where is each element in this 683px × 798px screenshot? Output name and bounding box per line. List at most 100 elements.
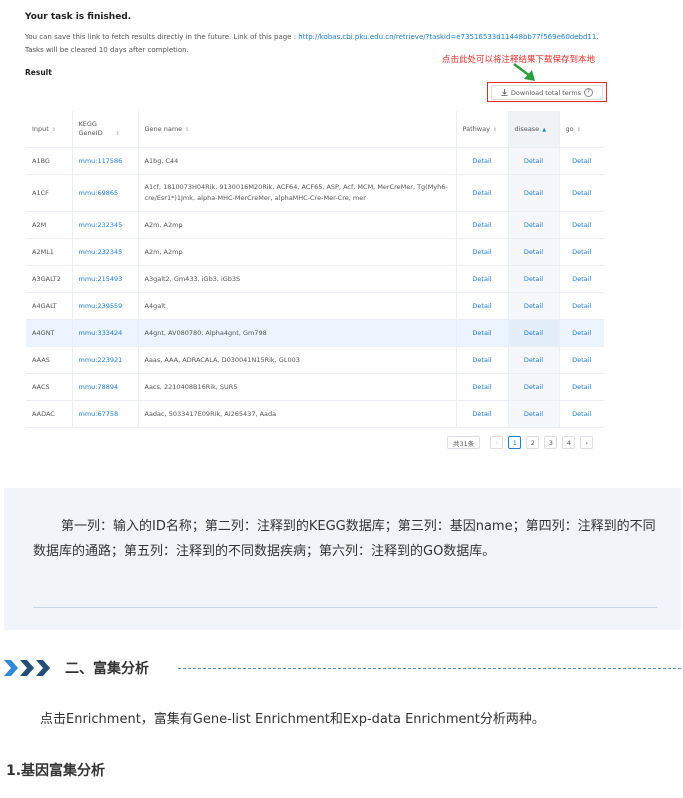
pagination-page-1[interactable]: 1	[508, 436, 522, 449]
cell-input: A2ML1	[26, 238, 73, 266]
arrow-icon	[513, 63, 535, 81]
table-row: A1CF mmu:69865 A1cf, 1810073H04Rik, 913001…	[26, 174, 604, 212]
cell-kegg-geneid[interactable]: mmu:232345	[72, 211, 139, 239]
cell-kegg-geneid[interactable]: mmu:78894	[72, 373, 139, 401]
detail-link-disease[interactable]: Detail	[508, 211, 560, 239]
detail-link-disease[interactable]: Detail	[508, 292, 560, 320]
detail-link-pathway[interactable]: Detail	[456, 292, 509, 320]
section-title: 二、富集分析	[65, 661, 149, 677]
pagination-page-2[interactable]: 2	[526, 436, 540, 449]
kobas-result-screenshot: Your task is finished. You can save this…	[0, 0, 683, 470]
task-link[interactable]: http://kobas.cbi.pku.edu.cn/retrieve/?ta…	[298, 33, 596, 41]
detail-link-disease[interactable]: Detail	[508, 174, 560, 212]
download-icon	[501, 89, 508, 96]
detail-link-pathway[interactable]: Detail	[456, 211, 509, 239]
sort-icon: ⇕	[492, 127, 498, 133]
pagination-total: 共31条	[447, 436, 481, 449]
detail-link-go[interactable]: Detail	[559, 211, 604, 239]
detail-link-go[interactable]: Detail	[559, 292, 604, 320]
detail-link-disease[interactable]: Detail	[508, 400, 560, 428]
cell-gene-name: Aaas, AAA, ADRACALA, D030041N15Rik, GL00…	[138, 346, 457, 374]
results-table: Input ⇕ KEGG GeneID ⇕ Gene name ⇕ Pathway ⇕ …	[26, 111, 604, 428]
cell-input: AAAS	[26, 346, 73, 374]
cell-kegg-geneid[interactable]: mmu:232345	[72, 238, 139, 266]
detail-link-disease[interactable]: Detail	[508, 319, 560, 347]
table-row: A3GALT2 mmu:215493 A3galt2, Gm433, iGb3, i…	[26, 265, 604, 293]
detail-link-pathway[interactable]: Detail	[456, 373, 509, 401]
cell-gene-name: A1cf, 1810073H04Rik, 9130016M20Rik, ACF6…	[138, 174, 457, 212]
col-header-go[interactable]: go ⇕	[559, 111, 604, 148]
col-header-pathway[interactable]: Pathway ⇕	[456, 111, 509, 148]
note-box: 第一列：输入的ID名称；第二列：注释到的KEGG数据库；第三列：基因name；第…	[4, 488, 681, 630]
detail-link-go[interactable]: Detail	[559, 346, 604, 374]
detail-link-pathway[interactable]: Detail	[456, 346, 509, 374]
col-header-gene-name[interactable]: Gene name ⇕	[138, 111, 457, 148]
cell-kegg-geneid[interactable]: mmu:67758	[72, 400, 139, 428]
detail-link-go[interactable]: Detail	[559, 265, 604, 293]
triple-chevron-icon	[4, 660, 50, 676]
download-total-terms-button[interactable]: Download total terms ?	[491, 85, 603, 100]
download-button-label: Download total terms	[510, 88, 582, 97]
table-row: AADAC mmu:67758 Aadac, 5033417E09Rik, AI26…	[26, 400, 604, 428]
cell-input: A2M	[26, 211, 73, 239]
cell-gene-name: A2m, A2mp	[138, 211, 457, 239]
detail-link-go[interactable]: Detail	[559, 238, 604, 266]
col-header-input[interactable]: Input ⇕	[26, 111, 73, 148]
cell-kegg-geneid[interactable]: mmu:215493	[72, 265, 139, 293]
pagination-page-3[interactable]: 3	[544, 436, 558, 449]
cell-kegg-geneid[interactable]: mmu:333424	[72, 319, 139, 347]
pagination-next-button[interactable]: ›	[580, 436, 594, 449]
note-text: 第一列：输入的ID名称；第二列：注释到的KEGG数据库；第三列：基因name；第…	[33, 519, 656, 559]
download-highlight-box: Download total terms ?	[487, 82, 607, 102]
cell-kegg-geneid[interactable]: mmu:69865	[72, 174, 139, 212]
cell-gene-name: A1bg, C44	[138, 147, 457, 175]
note-divider	[33, 607, 657, 608]
table-row: A1BG mmu:117586 A1bg, C44 Detail Detail Detai…	[26, 147, 604, 175]
cell-gene-name: Aacs, 2210408B16Rik, SUR5	[138, 373, 457, 401]
cell-input: AADAC	[26, 400, 73, 428]
detail-link-go[interactable]: Detail	[559, 319, 604, 347]
task-desc-prefix: You can save this link to fetch results …	[25, 33, 297, 41]
sort-icon: ⇕	[115, 131, 120, 137]
cell-input: A1CF	[26, 174, 73, 212]
detail-link-go[interactable]: Detail	[559, 400, 604, 428]
sort-icon: ⇕	[185, 127, 190, 133]
table-row: A2ML1 mmu:232345 A2m, A2mp Detail Detail Deta…	[26, 238, 604, 266]
cell-kegg-geneid[interactable]: mmu:239559	[72, 292, 139, 320]
detail-link-go[interactable]: Detail	[559, 174, 604, 212]
result-label: Result	[25, 68, 52, 77]
pagination: 共31条 ‹ 1 2 3 4 ›	[447, 436, 594, 451]
table-row: A4GNT mmu:333424 A4gnt, AV080780, Alpha4gn…	[26, 319, 604, 347]
sort-icon: ▲	[542, 127, 547, 133]
detail-link-pathway[interactable]: Detail	[456, 238, 509, 266]
col-header-kegg-geneid[interactable]: KEGG GeneID ⇕	[72, 111, 139, 148]
pagination-prev-button[interactable]: ‹	[490, 436, 504, 449]
detail-link-pathway[interactable]: Detail	[456, 147, 509, 175]
col-header-disease[interactable]: disease ▲	[508, 111, 560, 148]
table-row: A2M mmu:232345 A2m, A2mp Detail Detail Detail	[26, 211, 604, 239]
sort-icon: ⇕	[51, 127, 57, 133]
detail-link-disease[interactable]: Detail	[508, 346, 560, 374]
cell-gene-name: A3galt2, Gm433, iGb3, iGb3S	[138, 265, 457, 293]
detail-link-disease[interactable]: Detail	[508, 373, 560, 401]
detail-link-pathway[interactable]: Detail	[456, 400, 509, 428]
detail-link-go[interactable]: Detail	[559, 147, 604, 175]
sort-icon: ⇕	[576, 127, 581, 133]
section-dashed-line	[178, 668, 681, 669]
question-circle-icon[interactable]: ?	[584, 88, 594, 97]
detail-link-pathway[interactable]: Detail	[456, 319, 509, 347]
detail-link-pathway[interactable]: Detail	[456, 265, 509, 293]
cell-kegg-geneid[interactable]: mmu:223921	[72, 346, 139, 374]
detail-link-disease[interactable]: Detail	[508, 147, 560, 175]
detail-link-disease[interactable]: Detail	[508, 265, 560, 293]
paragraph: 点击Enrichment，富集有Gene-list Enrichment和Exp…	[40, 712, 545, 727]
cell-kegg-geneid[interactable]: mmu:117586	[72, 147, 139, 175]
detail-link-pathway[interactable]: Detail	[456, 174, 509, 212]
cell-gene-name: A2m, A2mp	[138, 238, 457, 266]
pagination-page-4[interactable]: 4	[562, 436, 576, 449]
subheading: 1.基因富集分析	[6, 763, 106, 779]
detail-link-go[interactable]: Detail	[559, 373, 604, 401]
detail-link-disease[interactable]: Detail	[508, 238, 560, 266]
cell-input: A3GALT2	[26, 265, 73, 293]
task-title: Your task is finished.	[25, 12, 132, 22]
